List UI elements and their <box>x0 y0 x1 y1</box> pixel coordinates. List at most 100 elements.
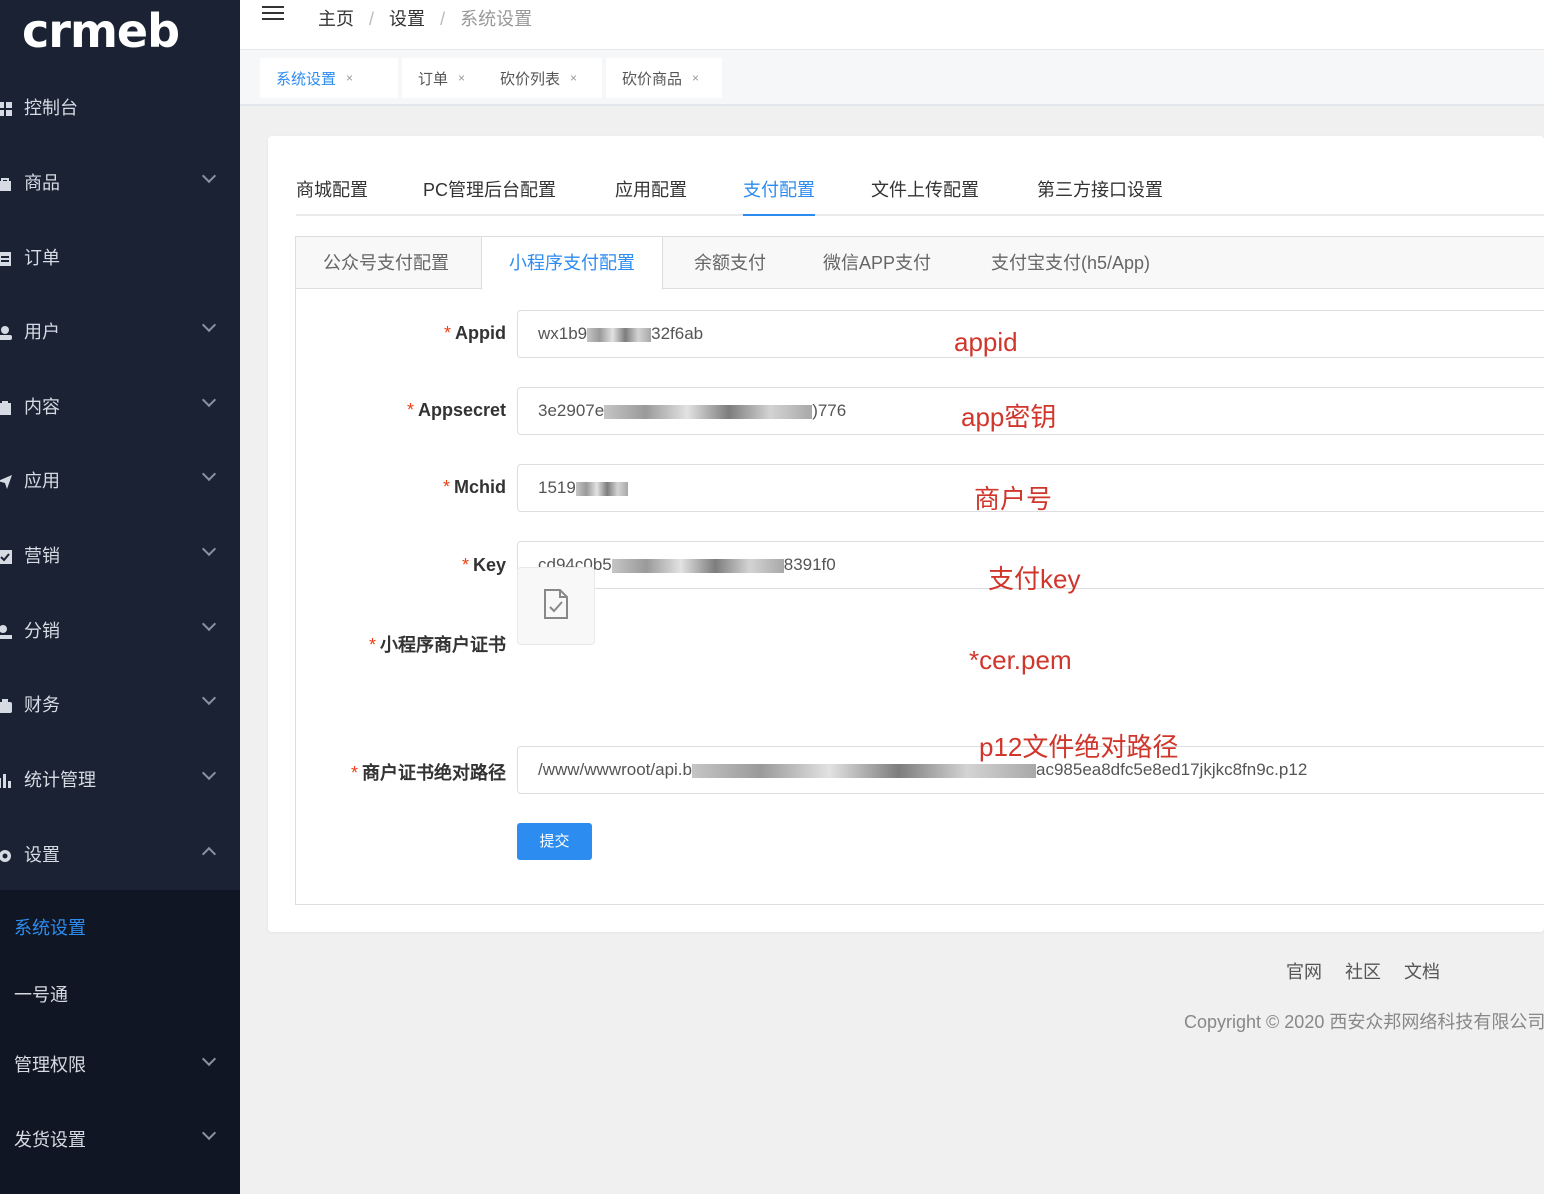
sidebar-subitem-system-settings[interactable]: 系统设置 <box>14 914 86 940</box>
redacted-blur <box>611 558 784 573</box>
bag-icon <box>0 175 12 191</box>
annotation-mchid: 商户号 <box>974 484 1053 514</box>
chevron-down-icon <box>201 1051 217 1067</box>
chevron-down-icon <box>201 765 217 781</box>
footer-link-community[interactable]: 社区 <box>1345 962 1381 982</box>
settings-submenu: 系统设置 一号通 管理权限 发货设置 <box>0 890 240 1194</box>
sidebar-subitem-yihaotong[interactable]: 一号通 <box>14 981 68 1007</box>
tab-alipay-payment[interactable]: 支付宝支付(h5/App) <box>964 237 1177 289</box>
distribution-icon <box>0 623 12 639</box>
cert-upload-button[interactable] <box>517 567 595 645</box>
chevron-down-icon <box>201 168 217 184</box>
user-icon <box>0 324 12 340</box>
tab-mp-payment[interactable]: 公众号支付配置 <box>296 237 476 289</box>
sidebar-item-dashboard[interactable]: 控制台 <box>0 70 240 144</box>
menu-toggle-icon[interactable] <box>262 6 284 24</box>
tab-payment-config[interactable]: 支付配置 <box>743 176 815 216</box>
open-tab-label: 订单 <box>418 70 449 88</box>
top-header: 主页 / 设置 / 系统设置 <box>240 0 1544 50</box>
open-tab-bargain-products[interactable]: 砍价商品 × <box>606 58 722 98</box>
payment-sub-tabs: 公众号支付配置 小程序支付配置 余额支付 微信APP支付 支付宝支付(h5/Ap… <box>296 237 1544 290</box>
sidebar-item-stats[interactable]: 统计管理 <box>0 742 240 816</box>
sidebar-item-label: 应用 <box>24 471 60 491</box>
stats-icon <box>0 772 12 788</box>
appid-field[interactable]: wx1b9 32f6ab <box>517 310 1544 358</box>
sidebar-subitem-permissions[interactable]: 管理权限 <box>14 1051 86 1077</box>
redacted-blur <box>692 763 1036 778</box>
tab-balance-payment[interactable]: 余额支付 <box>667 237 793 289</box>
breadcrumb-separator: / <box>440 9 446 29</box>
tab-wechat-app-payment[interactable]: 微信APP支付 <box>796 237 958 289</box>
close-icon[interactable]: × <box>346 71 353 85</box>
footer-links: 官网 社区 文档 <box>1286 958 1458 984</box>
mchid-label: * Mchid <box>442 477 506 497</box>
file-check-icon <box>542 588 570 625</box>
close-icon[interactable]: × <box>692 71 699 85</box>
footer-link-docs[interactable]: 文档 <box>1404 962 1440 982</box>
annotation-appsecret: app密钥 <box>961 402 1057 432</box>
breadcrumb-settings[interactable]: 设置 <box>389 9 425 29</box>
chevron-down-icon <box>201 317 217 333</box>
close-icon[interactable]: × <box>458 71 465 85</box>
breadcrumb-current: 系统设置 <box>460 9 533 29</box>
chevron-down-icon <box>201 1125 217 1141</box>
breadcrumb-home[interactable]: 主页 <box>318 9 354 29</box>
appsecret-label: * Appsecret <box>406 400 506 420</box>
open-tab-system-settings[interactable]: 系统设置 × <box>260 58 398 98</box>
sidebar-item-content[interactable]: 内容 <box>0 369 240 443</box>
tab-third-party-config[interactable]: 第三方接口设置 <box>1037 176 1163 216</box>
chevron-up-icon <box>201 846 217 862</box>
sidebar-item-marketing[interactable]: 营销 <box>0 518 240 592</box>
sidebar-item-users[interactable]: 用户 <box>0 294 240 368</box>
sidebar-item-apps[interactable]: 应用 <box>0 443 240 517</box>
sidebar-item-label: 分销 <box>24 621 60 641</box>
sidebar-item-label: 商品 <box>24 173 60 193</box>
redacted-blur <box>587 327 652 342</box>
content-icon <box>0 399 12 415</box>
tab-mall-config[interactable]: 商城配置 <box>296 176 368 216</box>
breadcrumb-separator: / <box>369 9 375 29</box>
chevron-down-icon <box>201 690 217 706</box>
finance-icon <box>0 697 12 713</box>
key-label: * Key <box>461 555 506 575</box>
chevron-down-icon <box>201 541 217 557</box>
sidebar-item-label: 统计管理 <box>24 770 96 790</box>
app-icon <box>0 473 12 489</box>
cert-label: * 小程序商户证书 <box>368 635 506 655</box>
sidebar-subitem-shipping[interactable]: 发货设置 <box>14 1126 86 1152</box>
redacted-blur <box>575 481 628 496</box>
annotation-cert: *cer.pem <box>969 645 1072 675</box>
sidebar-item-products[interactable]: 商品 <box>0 145 240 219</box>
open-tab-label: 砍价列表 <box>500 70 561 88</box>
sidebar-item-distribution[interactable]: 分销 <box>0 593 240 667</box>
chevron-down-icon <box>201 466 217 482</box>
brand-logo[interactable]: crmeb <box>22 4 180 58</box>
sidebar-item-label: 订单 <box>24 248 60 268</box>
sidebar-item-settings[interactable]: 设置 <box>0 817 240 891</box>
submit-button[interactable]: 提交 <box>517 823 592 860</box>
sidebar-item-label: 用户 <box>24 322 60 342</box>
annotation-cert-path: p12文件绝对路径 <box>979 732 1179 762</box>
marketing-icon <box>0 548 12 564</box>
open-tab-label: 系统设置 <box>276 70 337 88</box>
close-icon[interactable]: × <box>570 71 577 85</box>
tab-upload-config[interactable]: 文件上传配置 <box>871 176 979 216</box>
sidebar-item-label: 控制台 <box>24 98 78 118</box>
tab-app-config[interactable]: 应用配置 <box>615 176 687 216</box>
sidebar-item-orders[interactable]: 订单 <box>0 220 240 294</box>
footer-link-official[interactable]: 官网 <box>1286 962 1322 982</box>
settings-card: 商城配置 PC管理后台配置 应用配置 支付配置 文件上传配置 第三方接口设置 公… <box>268 136 1544 932</box>
sidebar: crmeb 控制台 商品 订单 用户 内容 应用 营销 分销 财务 统计管理 设… <box>0 0 240 1194</box>
chevron-down-icon <box>201 392 217 408</box>
sidebar-item-label: 财务 <box>24 695 60 715</box>
tab-miniprogram-payment[interactable]: 小程序支付配置 <box>481 237 663 290</box>
open-tab-bargain-list[interactable]: 砍价列表 × <box>484 58 602 98</box>
redacted-blur <box>604 404 813 419</box>
order-icon <box>0 250 12 266</box>
tab-pc-admin-config[interactable]: PC管理后台配置 <box>423 176 556 216</box>
cert-path-label: * 商户证书绝对路径 <box>350 763 506 783</box>
appid-label: * Appid <box>443 323 506 343</box>
annotation-key: 支付key <box>988 564 1081 594</box>
sidebar-item-finance[interactable]: 财务 <box>0 667 240 741</box>
payment-config-panel: 公众号支付配置 小程序支付配置 余额支付 微信APP支付 支付宝支付(h5/Ap… <box>295 236 1544 905</box>
